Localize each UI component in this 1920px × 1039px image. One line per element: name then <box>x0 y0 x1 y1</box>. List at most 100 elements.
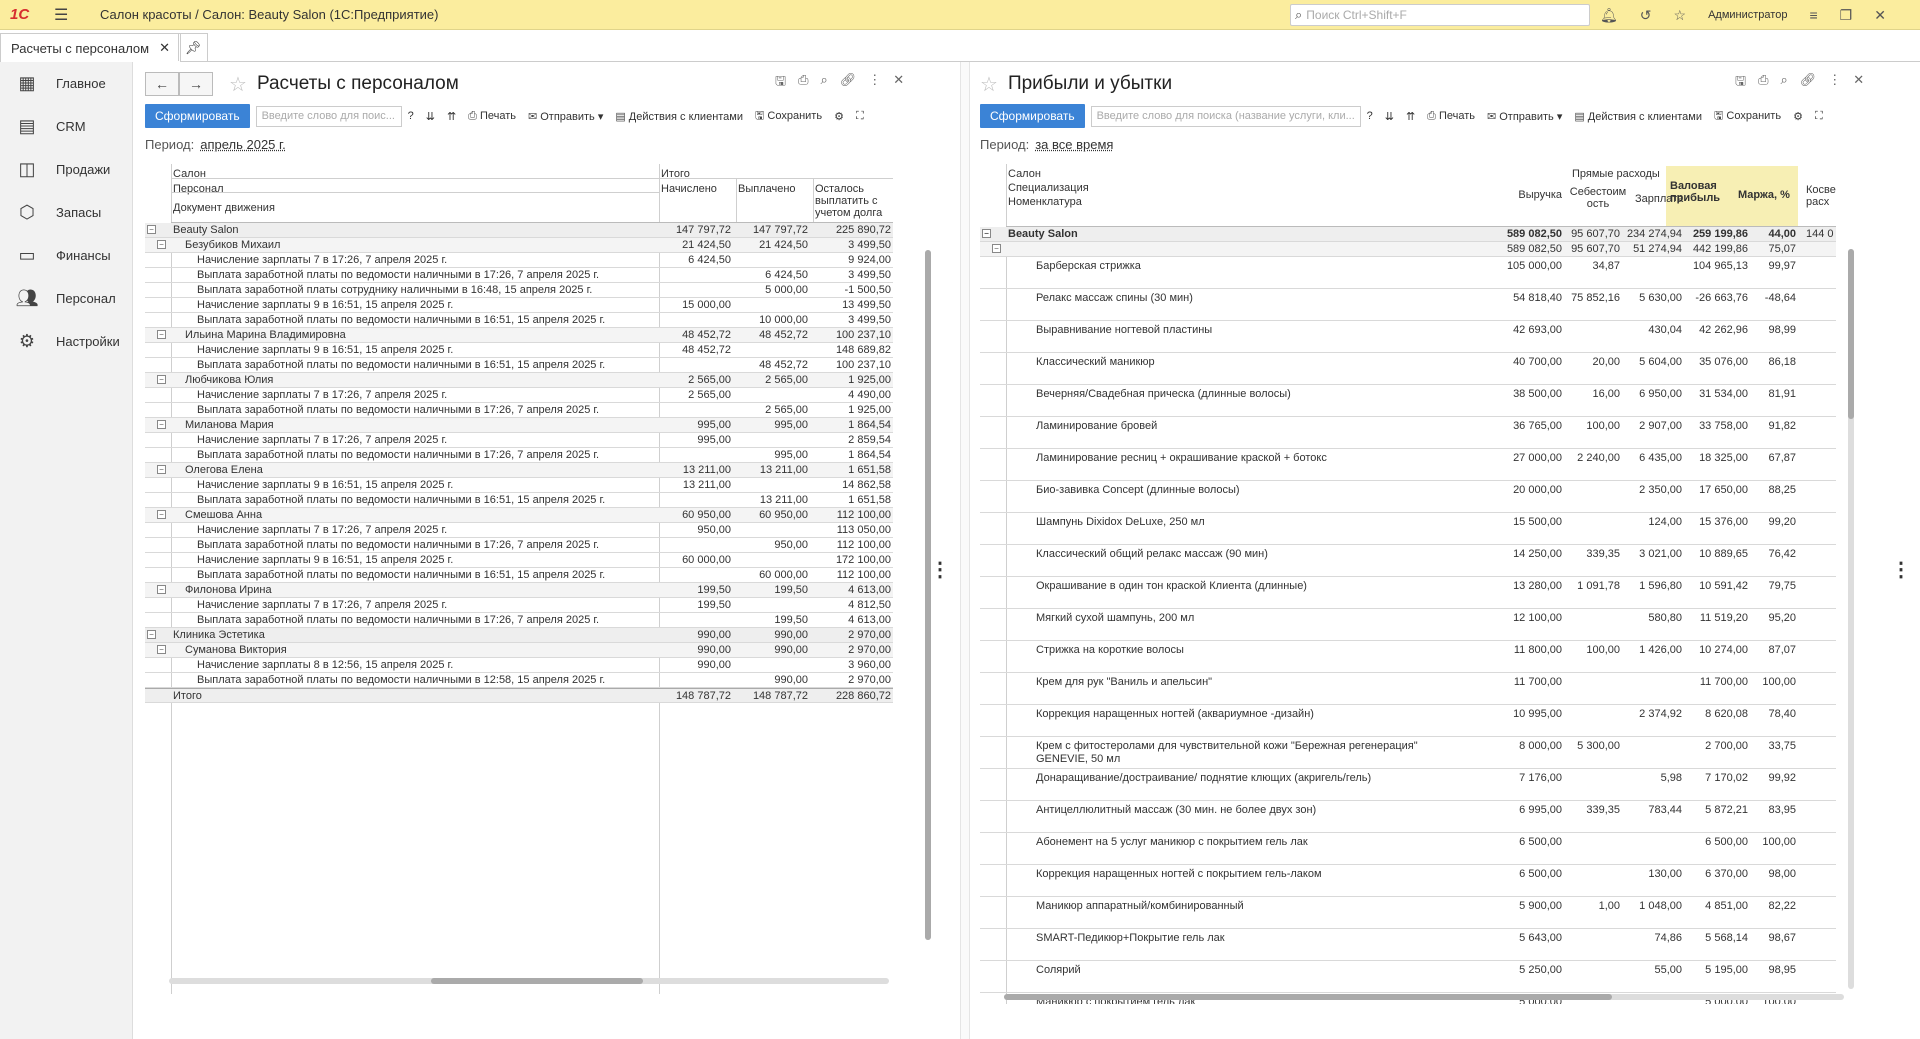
report-search-input[interactable]: Введите слово для поис... <box>255 105 402 127</box>
horizontal-scrollbar[interactable] <box>1004 994 1844 1000</box>
collapse-toggle-icon[interactable]: − <box>157 510 166 519</box>
panel-splitter[interactable] <box>960 62 970 1039</box>
back-button[interactable]: ← <box>145 72 179 96</box>
table-row[interactable]: Выплата заработной платы по ведомости на… <box>145 268 893 283</box>
table-row[interactable]: Донаращивание/достраивание/ поднятие клю… <box>980 769 1836 801</box>
table-row[interactable]: Beauty Salon 147 797,72 147 797,72 225 890,… <box>145 223 893 238</box>
send-button[interactable]: ✉ Отправить ▾ <box>528 110 603 123</box>
table-row[interactable]: Классический общий релакс массаж (90 мин… <box>980 545 1836 577</box>
collapse-toggle-icon[interactable]: − <box>157 240 166 249</box>
table-row[interactable]: Классический маникюр 40 700,00 20,00 5 604,… <box>980 353 1836 385</box>
table-row[interactable]: Ламинирование ресниц + окрашивание краск… <box>980 449 1836 481</box>
expand-all-icon[interactable]: ⇊ <box>1385 110 1394 123</box>
table-row[interactable]: Солярий 5 250,00 55,00 5 195,00 98,95 <box>980 961 1836 993</box>
table-row[interactable]: Безубиков Михаил 21 424,50 21 424,50 3 499,… <box>145 238 893 253</box>
link-icon[interactable]: 🔗︎ <box>840 72 857 94</box>
user-name[interactable]: Администратор <box>1708 9 1787 21</box>
table-row[interactable]: SMART-Педикюр+Покрытие гель лак 5 643,00 7… <box>980 929 1836 961</box>
collapse-all-icon[interactable]: ⇈ <box>1406 110 1415 123</box>
close-tab-icon[interactable]: ✕ <box>159 40 170 56</box>
sidebar-item-finance[interactable]: ▭ Финансы <box>0 234 132 277</box>
table-row[interactable]: Мягкий сухой шампунь, 200 мл 12 100,00 580… <box>980 609 1836 641</box>
table-row[interactable]: Выплата заработной платы по ведомости на… <box>145 673 893 688</box>
sidebar-item-staff[interactable]: 👥︎ Персонал <box>0 277 132 320</box>
collapse-all-icon[interactable]: ⇈ <box>447 110 456 123</box>
table-row[interactable]: Коррекция наращенных ногтей с покрытием … <box>980 865 1836 897</box>
table-row[interactable]: Олегова Елена 13 211,00 13 211,00 1 651,58 − <box>145 463 893 478</box>
fullscreen-icon[interactable]: ⛶ <box>856 110 864 123</box>
save-report-button[interactable]: 🖫 Сохранить <box>1714 107 1781 126</box>
sidebar-item-crm[interactable]: ▤ CRM <box>0 105 132 148</box>
table-row[interactable]: Барберская стрижка 105 000,00 34,87 104 965… <box>980 257 1836 289</box>
table-row[interactable]: Начисление зарплаты 9 в 16:51, 15 апреля… <box>145 478 893 493</box>
table-row[interactable]: Выплата заработной платы по ведомости на… <box>145 358 893 373</box>
table-row[interactable]: Антицеллюлитный массаж (30 мин. не более… <box>980 801 1836 833</box>
more-vertical-icon[interactable]: ⋮ <box>1828 72 1841 94</box>
total-row[interactable]: Итого 148 787,72 148 787,72 228 860,72 <box>145 688 893 703</box>
table-row[interactable]: Выплата заработной платы по ведомости на… <box>145 313 893 328</box>
client-actions-button[interactable]: ▤ Действия с клиентами <box>615 110 743 123</box>
bell-icon[interactable]: 🔔︎ <box>1600 7 1618 24</box>
table-row[interactable]: Выплата заработной платы по ведомости на… <box>145 568 893 583</box>
table-row[interactable]: Крем для рук "Ваниль и апельсин" 11 700,0… <box>980 673 1836 705</box>
fullscreen-icon[interactable]: ⛶ <box>1815 110 1823 123</box>
help-icon[interactable]: ? <box>1367 110 1373 122</box>
preview-icon[interactable]: ⌕ <box>820 72 827 94</box>
report-settings-icon[interactable]: ⚙ <box>1793 110 1803 123</box>
table-row[interactable]: Начисление зарплаты 7 в 17:26, 7 апреля … <box>145 433 893 448</box>
print-button[interactable]: ⎙ Печать <box>468 110 516 123</box>
table-row[interactable]: Начисление зарплаты 8 в 12:56, 15 апреля… <box>145 658 893 673</box>
history-icon[interactable]: ↺ <box>1640 7 1652 24</box>
report-settings-icon[interactable]: ⚙ <box>834 110 844 123</box>
table-row[interactable]: Абонемент на 5 услуг маникюр с покрытием… <box>980 833 1836 865</box>
table-row[interactable]: Маникюр аппаратный/комбинированный 5 900,… <box>980 897 1836 929</box>
vertical-scrollbar[interactable] <box>1848 249 1854 989</box>
collapse-toggle-icon[interactable]: − <box>147 225 156 234</box>
client-actions-button[interactable]: ▤ Действия с клиентами <box>1574 110 1702 123</box>
table-row[interactable]: Выплата заработной платы по ведомости на… <box>145 613 893 628</box>
table-row[interactable]: Крем с фитостеролами для чувствительной … <box>980 737 1836 769</box>
close-form-icon[interactable]: ✕ <box>1853 72 1864 94</box>
collapse-toggle-icon[interactable]: − <box>982 229 991 238</box>
pin-icon[interactable]: 📌︎ <box>178 33 208 61</box>
forward-button[interactable]: → <box>179 72 213 96</box>
table-row[interactable]: Начисление зарплаты 7 в 17:26, 7 апреля … <box>145 523 893 538</box>
table-row[interactable]: Ильина Марина Владимировна 48 452,72 48 45… <box>145 328 893 343</box>
table-row[interactable]: Начисление зарплаты 7 в 17:26, 7 апреля … <box>145 253 893 268</box>
period-link[interactable]: за все время <box>1035 137 1113 152</box>
print-icon[interactable]: ⎙ <box>1758 72 1768 94</box>
favorite-star-icon[interactable]: ☆ <box>980 72 998 97</box>
report-search-input[interactable]: Введите слово для поиска (название услуг… <box>1090 105 1361 127</box>
collapse-toggle-icon[interactable]: − <box>157 645 166 654</box>
table-row[interactable]: Выплата заработной платы по ведомости на… <box>145 493 893 508</box>
global-search-input[interactable]: ⌕ Поиск Ctrl+Shift+F <box>1290 4 1590 26</box>
period-link[interactable]: апрель 2025 г. <box>200 137 286 152</box>
table-row[interactable]: Смешова Анна 60 950,00 60 950,00 112 100,00… <box>145 508 893 523</box>
panel-options-icon[interactable]: ⋮ <box>1891 560 1911 580</box>
link-icon[interactable]: 🔗︎ <box>1800 72 1817 94</box>
print-button[interactable]: ⎙ Печать <box>1427 110 1475 123</box>
table-row[interactable]: Клиника Эстетика 990,00 990,00 2 970,00 − <box>145 628 893 643</box>
vertical-scrollbar[interactable] <box>925 250 931 940</box>
generate-button[interactable]: Сформировать <box>145 104 250 128</box>
settings-menu-icon[interactable]: ≡ <box>1809 7 1817 23</box>
close-window-icon[interactable]: ✕ <box>1874 7 1886 24</box>
save-report-button[interactable]: 🖫 Сохранить <box>755 107 822 126</box>
collapse-toggle-icon[interactable]: − <box>992 244 1001 253</box>
horizontal-scrollbar[interactable] <box>169 978 889 984</box>
preview-icon[interactable]: ⌕ <box>1780 72 1787 94</box>
collapse-toggle-icon[interactable]: − <box>147 630 156 639</box>
table-row[interactable]: Суманова Виктория 990,00 990,00 2 970,00 − <box>145 643 893 658</box>
tab-staff-settlements[interactable]: Расчеты с персоналом ✕ <box>0 33 182 62</box>
main-menu-icon[interactable]: ☰ <box>54 5 76 25</box>
collapse-toggle-icon[interactable]: − <box>157 375 166 384</box>
panel-options-icon[interactable]: ⋮ <box>930 560 950 580</box>
specialization-row[interactable]: 589 082,50 95 607,70 51 274,94 442 199,86 75… <box>980 242 1836 257</box>
print-icon[interactable]: ⎙ <box>798 72 808 94</box>
table-row[interactable]: Коррекция наращенных ногтей (аквариумное… <box>980 705 1836 737</box>
close-form-icon[interactable]: ✕ <box>893 72 904 94</box>
collapse-toggle-icon[interactable]: − <box>157 420 166 429</box>
table-row[interactable]: Начисление зарплаты 9 в 16:51, 15 апреля… <box>145 298 893 313</box>
table-row[interactable]: Выплата заработной платы сотруднику нали… <box>145 283 893 298</box>
collapse-toggle-icon[interactable]: − <box>157 585 166 594</box>
